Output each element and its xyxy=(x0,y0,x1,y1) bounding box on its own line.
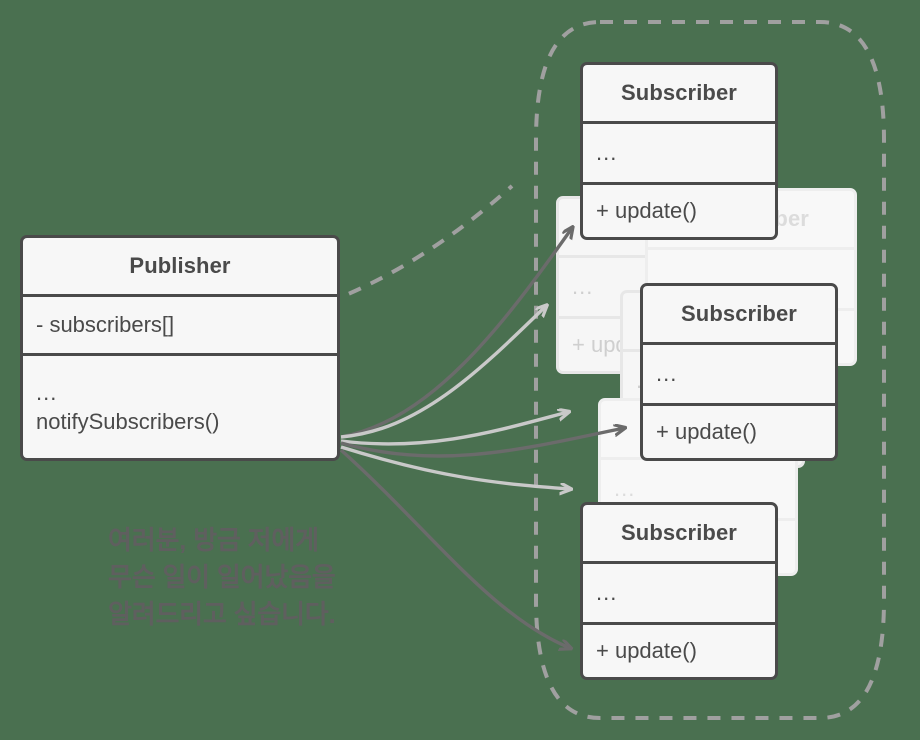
publisher-operations-dots: ... xyxy=(36,380,58,406)
subscriber-operation-update: + update() xyxy=(583,185,775,237)
subscriber-operation-update: + update() xyxy=(643,406,835,458)
subscriber-class-box-1[interactable]: Subscriber ... + update() xyxy=(580,62,778,240)
subscriber-title: Subscriber xyxy=(583,505,775,561)
subscriber-operation-update: + update() xyxy=(583,625,775,677)
publisher-operations: ... notifySubscribers() xyxy=(23,356,337,458)
subscriber-attributes: ... xyxy=(596,580,618,605)
subscriber-class-box-2[interactable]: Subscriber ... + update() xyxy=(640,283,838,461)
publisher-class-box[interactable]: Publisher - subscribers[] ... notifySubs… xyxy=(20,235,340,461)
subscriber-title: Subscriber xyxy=(583,65,775,121)
publisher-attribute: - subscribers[] xyxy=(23,297,337,353)
notify-arrow-top xyxy=(340,228,572,439)
subscriber-title: Subscriber xyxy=(643,286,835,342)
diagram-canvas: Subscriber ... + update() Subscriber ...… xyxy=(0,0,920,740)
subscriber-attributes: ... xyxy=(596,140,618,165)
notify-arrow-ghost-upper xyxy=(340,306,546,439)
subscriber-class-box-3[interactable]: Subscriber ... + update() xyxy=(580,502,778,680)
notify-arrow-bottom xyxy=(339,448,570,648)
subscriber-attributes: ... xyxy=(656,361,678,386)
publisher-operation-notify: notifySubscribers() xyxy=(36,409,220,434)
publisher-title: Publisher xyxy=(23,238,337,294)
